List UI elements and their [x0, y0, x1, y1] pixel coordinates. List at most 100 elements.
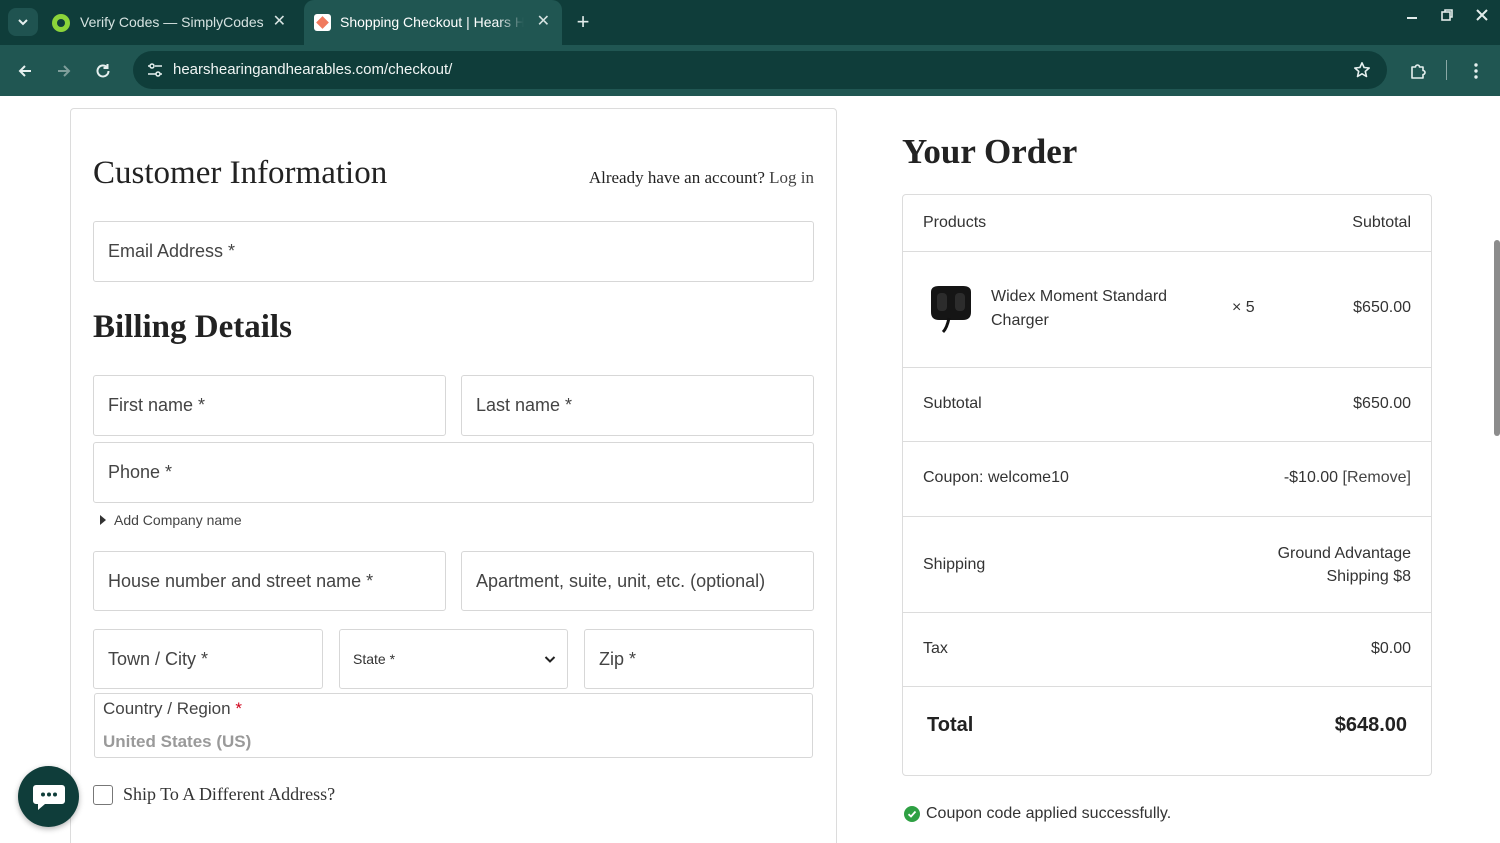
zip-input[interactable] [585, 630, 813, 688]
tab-shopping-checkout[interactable]: Shopping Checkout | Hears Hearing and He… [304, 0, 562, 45]
zip-field[interactable] [584, 629, 814, 689]
new-tab-button[interactable]: + [570, 10, 596, 36]
subtotal-row: Subtotal $650.00 [903, 368, 1431, 442]
subtotal-header: Subtotal [1352, 214, 1411, 231]
shipping-method: Ground Advantage Shipping $8 [1278, 542, 1411, 588]
customer-info-heading: Customer Information [93, 155, 388, 191]
billing-details-heading: Billing Details [93, 309, 292, 345]
coupon-row: Coupon: welcome10 -$10.00 [Remove] [903, 442, 1431, 517]
chat-icon [32, 784, 65, 810]
tune-icon [148, 63, 162, 77]
tax-row: Tax $0.00 [903, 613, 1431, 687]
restore-icon [1441, 9, 1453, 21]
check-circle-icon [904, 806, 920, 822]
country-label: Country / Region * [103, 699, 242, 719]
minimize-button[interactable] [1400, 8, 1424, 27]
first-name-input[interactable] [94, 376, 445, 435]
chat-widget-button[interactable] [18, 766, 79, 827]
account-prompt: Already have an account? Log in [589, 168, 814, 188]
extensions-button[interactable] [1404, 57, 1432, 85]
state-select[interactable]: State * [339, 629, 568, 689]
last-name-field[interactable] [461, 375, 814, 436]
minimize-icon [1407, 17, 1417, 19]
puzzle-icon [1411, 64, 1426, 79]
page-scrollbar[interactable] [1494, 240, 1500, 436]
apartment-field[interactable] [461, 551, 814, 611]
back-button[interactable] [11, 57, 39, 85]
product-quantity: × 5 [1232, 299, 1255, 316]
order-header-row: Products Subtotal [903, 195, 1431, 252]
browser-menu-button[interactable] [1462, 57, 1490, 85]
bookmark-button[interactable] [1349, 57, 1375, 83]
coupon-value: -$10.00 [1283, 469, 1339, 486]
shipping-method-line2: Shipping $8 [1326, 568, 1411, 585]
chevron-down-icon [18, 19, 28, 26]
restore-button[interactable] [1435, 8, 1459, 27]
street-field[interactable] [93, 551, 446, 611]
ship-different-option[interactable]: Ship To A Different Address? [93, 784, 335, 805]
tab-search-button[interactable] [8, 8, 38, 36]
tab-title: Shopping Checkout | Hears Hearing and He… [340, 14, 524, 30]
address-bar[interactable]: hearshearingandhearables.com/checkout/ [133, 51, 1387, 89]
first-name-field[interactable] [93, 375, 446, 436]
simplycodes-favicon-icon [52, 14, 70, 32]
coupon-success-notice: Coupon code applied successfully. [904, 805, 1171, 823]
products-header: Products [923, 214, 987, 231]
close-tab-icon[interactable]: ✕ [537, 14, 550, 30]
chevron-down-icon [544, 656, 556, 663]
ship-different-checkbox[interactable] [93, 784, 113, 805]
add-company-label: Add Company name [114, 512, 242, 528]
toolbar-divider [1446, 60, 1447, 80]
tax-value: $0.00 [1370, 640, 1411, 657]
forward-button[interactable] [50, 57, 78, 85]
arrow-left-icon [18, 65, 31, 77]
close-tab-icon[interactable]: ✕ [273, 14, 286, 30]
product-price: $650.00 [1353, 299, 1411, 316]
product-thumbnail [931, 286, 971, 334]
total-label: Total [927, 714, 974, 736]
required-mark: * [235, 699, 242, 718]
shipping-row: Shipping Ground Advantage Shipping $8 [903, 517, 1431, 613]
tax-label: Tax [923, 640, 948, 657]
subtotal-value: $650.00 [1353, 395, 1411, 412]
coupon-label: Coupon: welcome10 [923, 469, 1069, 486]
coupon-amount: -$10.00 [Remove] [1284, 469, 1411, 487]
email-input[interactable] [94, 222, 813, 281]
order-item-row: Widex Moment Standard Charger × 5 $650.0… [903, 252, 1431, 368]
star-icon [1354, 62, 1370, 78]
street-input[interactable] [94, 552, 445, 610]
login-link[interactable]: Log in [769, 168, 814, 187]
tab-verify-codes[interactable]: Verify Codes — SimplyCodes ✕ [42, 0, 298, 45]
add-company-toggle[interactable]: Add Company name [100, 512, 242, 528]
url-text[interactable]: hearshearingandhearables.com/checkout/ [173, 61, 452, 78]
tab-title: Verify Codes — SimplyCodes [80, 14, 264, 30]
site-info-button[interactable] [141, 56, 169, 84]
account-prompt-text: Already have an account? [588, 168, 765, 187]
reload-icon [96, 64, 110, 78]
your-order-heading: Your Order [902, 132, 1078, 171]
arrow-right-icon [58, 65, 71, 77]
city-input[interactable] [94, 630, 322, 688]
kebab-icon [1474, 63, 1478, 79]
last-name-input[interactable] [462, 376, 813, 435]
order-summary-table: Products Subtotal Widex Moment Standard … [902, 194, 1432, 776]
shipping-method-line1: Ground Advantage [1277, 545, 1411, 562]
phone-input[interactable] [94, 443, 813, 502]
apartment-input[interactable] [462, 552, 813, 610]
shipping-label: Shipping [923, 556, 986, 573]
city-field[interactable] [93, 629, 323, 689]
close-window-button[interactable] [1470, 8, 1494, 27]
remove-coupon-link[interactable]: [Remove] [1343, 469, 1411, 486]
coupon-success-text: Coupon code applied successfully. [926, 805, 1172, 822]
country-label-text: Country / Region [103, 699, 231, 718]
tab-strip: Verify Codes — SimplyCodes ✕ Shopping Ch… [0, 0, 1500, 45]
close-icon [1476, 9, 1488, 21]
phone-field[interactable] [93, 442, 814, 503]
country-field[interactable]: Country / Region * United States (US) [94, 693, 813, 758]
reload-button[interactable] [89, 57, 117, 85]
hears-favicon-icon [314, 14, 331, 31]
ship-different-label: Ship To A Different Address? [123, 784, 336, 804]
email-field[interactable] [93, 221, 814, 282]
caret-right-icon [100, 515, 106, 525]
total-value: $648.00 [1334, 714, 1407, 736]
